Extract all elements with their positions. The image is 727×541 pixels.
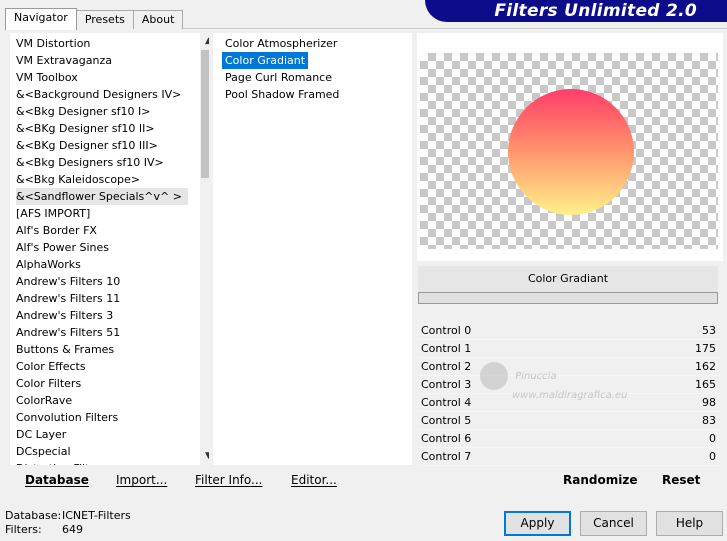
control-value: 98 xyxy=(702,396,716,409)
category-list[interactable]: VM Distortion VM Extravaganza VM Toolbox &<… xyxy=(10,33,209,465)
import-button[interactable]: Import... xyxy=(116,468,167,492)
control-row[interactable]: Control 0 53 xyxy=(418,322,721,340)
database-value: ICNET-Filters xyxy=(62,509,131,522)
bottom-toolbar: Database Import... Filter Info... Editor… xyxy=(10,468,413,492)
control-label: Control 7 xyxy=(421,450,472,463)
watermark-logo-icon xyxy=(480,362,508,390)
category-item[interactable]: &<Bkg Designer sf10 I> xyxy=(16,103,151,120)
category-item[interactable]: Andrew's Filters 51 xyxy=(16,324,120,341)
category-item[interactable]: Alf's Power Sines xyxy=(16,239,109,256)
category-item[interactable]: DC Layer xyxy=(16,426,66,443)
effect-item[interactable]: Page Curl Romance xyxy=(222,69,335,86)
effect-title: Color Gradiant xyxy=(418,266,718,292)
control-label: Control 6 xyxy=(421,432,472,445)
category-item[interactable]: &<BKg Designer sf10 III> xyxy=(16,137,158,154)
category-item[interactable]: VM Extravaganza xyxy=(16,52,112,69)
category-item[interactable]: &<Background Designers IV> xyxy=(16,86,181,103)
database-info: Database: ICNET-Filters Filters: 649 xyxy=(5,509,131,537)
category-item[interactable]: [AFS IMPORT] xyxy=(16,205,90,222)
tab-presets[interactable]: Presets xyxy=(75,10,134,29)
control-label: Control 5 xyxy=(421,414,472,427)
scrollbar-thumb[interactable] xyxy=(201,50,209,178)
category-item[interactable]: Color Filters xyxy=(16,375,81,392)
scroll-up-arrow-icon[interactable]: ▲ xyxy=(200,33,209,50)
control-value: 0 xyxy=(709,450,716,463)
control-value: 165 xyxy=(695,378,716,391)
category-item[interactable]: &<BKg Designer sf10 II> xyxy=(16,120,155,137)
watermark-name: Pinuccia xyxy=(515,371,557,382)
preview-gradient-circle xyxy=(508,89,634,215)
watermark: Pinuccia www.maldiragrafica.eu xyxy=(480,362,680,401)
category-item[interactable]: ColorRave xyxy=(16,392,72,409)
category-item[interactable]: Andrew's Filters 3 xyxy=(16,307,113,324)
category-item[interactable]: Buttons & Frames xyxy=(16,341,114,358)
control-value: 53 xyxy=(702,324,716,337)
category-item[interactable]: VM Distortion xyxy=(16,35,90,52)
effect-item[interactable]: Pool Shadow Framed xyxy=(222,86,342,103)
category-item[interactable]: Andrew's Filters 10 xyxy=(16,273,120,290)
filters-count: 649 xyxy=(62,523,83,536)
tab-navigator[interactable]: Navigator xyxy=(5,8,77,30)
control-label: Control 2 xyxy=(421,360,472,373)
control-value: 162 xyxy=(695,360,716,373)
help-button[interactable]: Help xyxy=(656,511,723,536)
apply-button[interactable]: Apply xyxy=(504,511,571,536)
category-item[interactable]: AlphaWorks xyxy=(16,256,81,273)
category-item[interactable]: Convolution Filters xyxy=(16,409,118,426)
preview-panel xyxy=(417,33,723,261)
control-row[interactable]: Control 5 83 xyxy=(418,412,721,430)
reset-button[interactable]: Reset xyxy=(662,468,700,492)
category-item[interactable]: Color Effects xyxy=(16,358,86,375)
effect-item[interactable]: Color Gradiant xyxy=(222,52,309,69)
banner-title: Filters Unlimited 2.0 xyxy=(494,1,697,21)
tab-about[interactable]: About xyxy=(132,10,184,29)
database-label: Database: xyxy=(5,509,62,522)
category-item[interactable]: &<Bkg Designers sf10 IV> xyxy=(16,154,164,171)
category-item[interactable]: VM Toolbox xyxy=(16,69,78,86)
control-slider[interactable] xyxy=(466,322,691,339)
title-banner: Filters Unlimited 2.0 xyxy=(425,0,727,22)
effect-list[interactable]: Color Atmospherizer Color Gradiant Page Cu… xyxy=(213,33,412,465)
category-item[interactable]: &<Bkg Kaleidoscope> xyxy=(16,171,140,188)
control-row[interactable]: Control 6 0 xyxy=(418,430,721,448)
control-label: Control 0 xyxy=(421,324,472,337)
filter-info-button[interactable]: Filter Info... xyxy=(195,468,262,492)
category-item[interactable]: &<Sandflower Specials^v^ > xyxy=(16,188,188,205)
control-slider[interactable] xyxy=(466,430,691,447)
filters-label: Filters: xyxy=(5,523,42,536)
database-button[interactable]: Database xyxy=(25,468,89,492)
control-label: Control 4 xyxy=(421,396,472,409)
control-value: 175 xyxy=(695,342,716,355)
control-slider[interactable] xyxy=(466,448,691,465)
control-label: Control 3 xyxy=(421,378,472,391)
effect-toolbar: Randomize Reset xyxy=(418,468,721,492)
control-row[interactable]: Control 1 175 xyxy=(418,340,721,358)
control-slider[interactable] xyxy=(466,412,691,429)
effect-item[interactable]: Color Atmospherizer xyxy=(222,35,340,52)
effect-info-bar xyxy=(418,292,718,304)
category-scrollbar[interactable]: ▲ ▼ xyxy=(200,33,209,465)
category-item[interactable]: DCspecial xyxy=(16,443,71,460)
control-value: 0 xyxy=(709,432,716,445)
watermark-url: www.maldiragrafica.eu xyxy=(512,390,628,401)
editor-button[interactable]: Editor... xyxy=(291,468,337,492)
preview-canvas xyxy=(420,53,718,249)
category-item[interactable]: Andrew's Filters 11 xyxy=(16,290,120,307)
control-value: 83 xyxy=(702,414,716,427)
category-item[interactable]: Distortion Filters xyxy=(16,460,106,465)
control-label: Control 1 xyxy=(421,342,472,355)
scroll-down-arrow-icon[interactable]: ▼ xyxy=(200,448,209,465)
randomize-button[interactable]: Randomize xyxy=(563,468,637,492)
tab-bar: Navigator Presets About xyxy=(5,8,184,30)
cancel-button[interactable]: Cancel xyxy=(580,511,647,536)
control-row[interactable]: Control 7 0 xyxy=(418,448,721,466)
control-slider[interactable] xyxy=(466,340,691,357)
category-item[interactable]: Alf's Border FX xyxy=(16,222,97,239)
